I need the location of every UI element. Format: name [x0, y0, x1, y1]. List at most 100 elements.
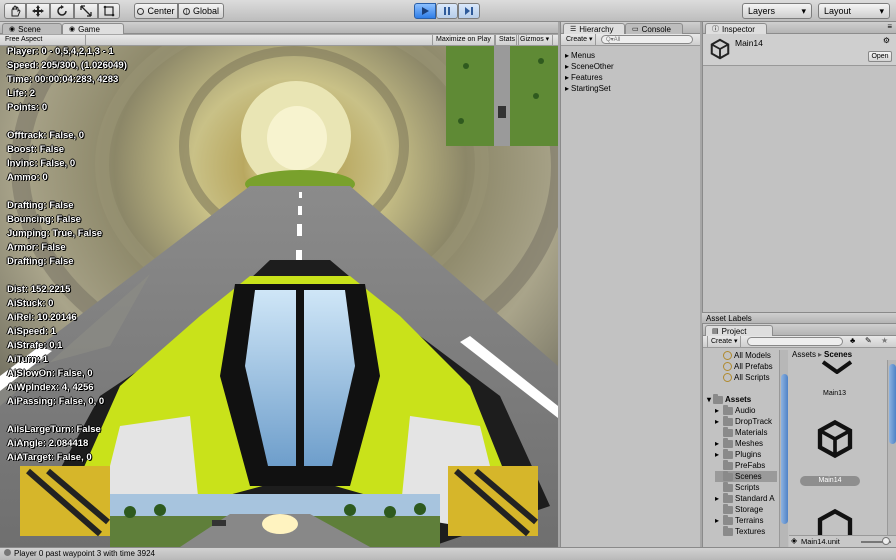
scale-tool-button[interactable] — [74, 3, 98, 19]
inspector-tabbar: ⓘ Inspector ≡ — [703, 22, 896, 34]
expand-arrow-icon: ▸ — [565, 62, 570, 71]
breadcrumb: Assets ▸ Scenes — [792, 349, 852, 360]
minimap — [446, 46, 558, 146]
rotate-tool-button[interactable] — [50, 3, 74, 19]
layers-dropdown[interactable]: Layers ▾ — [742, 3, 812, 19]
asset-labels-bar[interactable]: Asset Labels — [702, 312, 896, 324]
unity-editor: Center Global Layers ▾ Layout ▾ ◉ Scene — [0, 0, 896, 560]
game-viewport[interactable]: Player: 0 - 0,5,4,2,1,3 - 1 Speed: 205/30… — [0, 46, 558, 547]
folder-item-audio[interactable]: ▸ Audio — [715, 404, 755, 416]
debug-line: Ammo: 0 — [7, 172, 48, 183]
hierarchy-item-menus[interactable]: ▸ Menus — [565, 50, 595, 61]
breadcrumb-separator-icon: ▸ — [818, 350, 823, 359]
debug-line: AiSpeed: 1 — [7, 326, 57, 337]
grid-scrollbar[interactable] — [887, 360, 896, 536]
hierarchy-create-button[interactable]: Create ▾ — [563, 34, 597, 46]
folder-icon — [723, 437, 733, 448]
tab-project[interactable]: ▤ Project — [705, 325, 773, 336]
tree-scrollbar-thumb[interactable] — [781, 374, 788, 524]
filter-by-label-icon[interactable]: ✎ — [865, 336, 872, 345]
expand-arrow-icon: ▸ — [715, 417, 720, 426]
grid-scrollbar-thumb[interactable] — [889, 364, 896, 444]
gizmos-dropdown[interactable]: Gizmos ▾ — [516, 35, 554, 45]
folder-item-scenes[interactable]: Scenes — [715, 470, 777, 482]
maximize-on-play-toggle[interactable]: Maximize on Play — [432, 35, 495, 45]
step-button[interactable] — [458, 3, 480, 19]
panel-menu-icon[interactable]: ≡ — [887, 22, 892, 31]
open-button[interactable]: Open — [868, 51, 892, 62]
grid-item-main14[interactable]: Main14 — [800, 476, 860, 486]
tab-scene[interactable]: ◉ Scene — [2, 23, 62, 34]
hierarchy-item-sceneother[interactable]: ▸ SceneOther — [565, 61, 614, 72]
chevron-down-icon: ▾ — [801, 5, 806, 16]
folder-item-scripts[interactable]: Scripts — [715, 481, 759, 493]
move-tool-button[interactable] — [26, 3, 50, 19]
hierarchy-panel: ☰ Hierarchy ▭ Console Create ▾ ▸Menus ▸S… — [560, 22, 700, 547]
favorite-all-prefabs[interactable]: All Prefabs — [723, 361, 773, 372]
search-favorite-icon — [723, 351, 732, 360]
hierarchy-item-startingset[interactable]: ▸ StartingSet — [565, 83, 611, 94]
folder-icon — [723, 503, 733, 514]
favorite-all-scripts[interactable]: All Scripts — [723, 372, 770, 383]
folder-item-terrains[interactable]: ▸ Terrains — [715, 514, 763, 526]
layout-dropdown[interactable]: Layout ▾ — [818, 3, 890, 19]
folder-item-standard-a[interactable]: ▸ Standard A — [715, 492, 775, 504]
debug-line: AiRel: 10.20146 — [7, 312, 77, 323]
folder-item-storage[interactable]: Storage — [715, 503, 763, 515]
rect-tool-button[interactable] — [98, 3, 120, 19]
favorite-star-icon[interactable]: ★ — [881, 336, 888, 345]
debug-line: AiSlowOn: False, 0 — [7, 368, 93, 379]
breadcrumb-assets[interactable]: Assets — [792, 349, 816, 360]
grid-item-main13[interactable]: Main13 — [823, 388, 846, 399]
settings-gear-icon[interactable]: ⚙ — [883, 36, 890, 45]
folder-item-textures[interactable]: Textures — [715, 525, 765, 537]
folder-item-meshes[interactable]: ▸ Meshes — [715, 437, 763, 449]
project-create-button[interactable]: Create ▾ — [707, 336, 742, 348]
debug-line — [7, 185, 127, 199]
unity-scene-icon — [710, 38, 730, 60]
tab-game[interactable]: ◉ Game — [62, 23, 124, 34]
expand-arrow-icon: ▸ — [715, 406, 720, 415]
tab-console[interactable]: ▭ Console — [625, 23, 683, 34]
debug-line: Bouncing: False — [7, 214, 81, 225]
hierarchy-item-features[interactable]: ▸ Features — [565, 72, 603, 83]
rear-camera-view — [110, 494, 440, 547]
hand-tool-button[interactable] — [4, 3, 26, 19]
folder-item-materials[interactable]: Materials — [715, 426, 767, 438]
tab-inspector[interactable]: ⓘ Inspector — [705, 23, 767, 34]
breadcrumb-scenes[interactable]: Scenes — [824, 349, 852, 360]
status-bar[interactable]: Player 0 past waypoint 3 with time 3924 — [0, 547, 896, 560]
debug-line: Offtrack: False, 0 — [7, 130, 85, 141]
debug-line — [7, 269, 127, 283]
search-favorite-icon — [723, 362, 732, 371]
pause-button[interactable] — [436, 3, 458, 19]
globe-icon — [182, 7, 190, 15]
debug-line: Player: 0 - 0,5,4,2,1,3 - 1 — [7, 46, 114, 57]
folder-icon — [723, 525, 733, 536]
game-icon: ◉ — [69, 25, 76, 33]
space-global-button[interactable]: Global — [178, 3, 224, 19]
debug-line: Drafting: False — [7, 256, 74, 267]
debug-line: Drafting: False — [7, 200, 74, 211]
folder-item-droptrack[interactable]: ▸ DropTrack — [715, 415, 772, 427]
project-footer: ◈ Main14.unit — [789, 535, 896, 547]
folder-icon — [723, 470, 733, 481]
debug-line: AiStrafe: 0.1 — [7, 340, 63, 351]
tab-hierarchy[interactable]: ☰ Hierarchy — [563, 23, 625, 34]
inspector-object-name: Main14 — [735, 38, 763, 48]
folder-item-plugins[interactable]: ▸ Plugins — [715, 448, 761, 460]
filter-by-type-icon[interactable]: ♣ — [850, 336, 855, 345]
folder-icon — [723, 459, 733, 470]
folder-item-prefabs[interactable]: PreFabs — [715, 459, 765, 471]
assets-root[interactable]: ▾ Assets — [707, 393, 751, 405]
play-button[interactable] — [414, 3, 436, 19]
tree-scrollbar[interactable] — [779, 350, 788, 547]
pivot-center-button[interactable]: Center — [134, 3, 178, 19]
project-search-input[interactable] — [747, 337, 843, 346]
icon-size-slider-handle[interactable] — [882, 537, 890, 545]
favorite-all-models[interactable]: All Models — [723, 350, 771, 361]
aspect-dropdown[interactable]: Free Aspect — [2, 35, 86, 45]
unity-scene-icon[interactable] — [815, 419, 855, 459]
rear-camera-render — [110, 494, 440, 547]
hierarchy-search-input[interactable] — [601, 35, 693, 44]
